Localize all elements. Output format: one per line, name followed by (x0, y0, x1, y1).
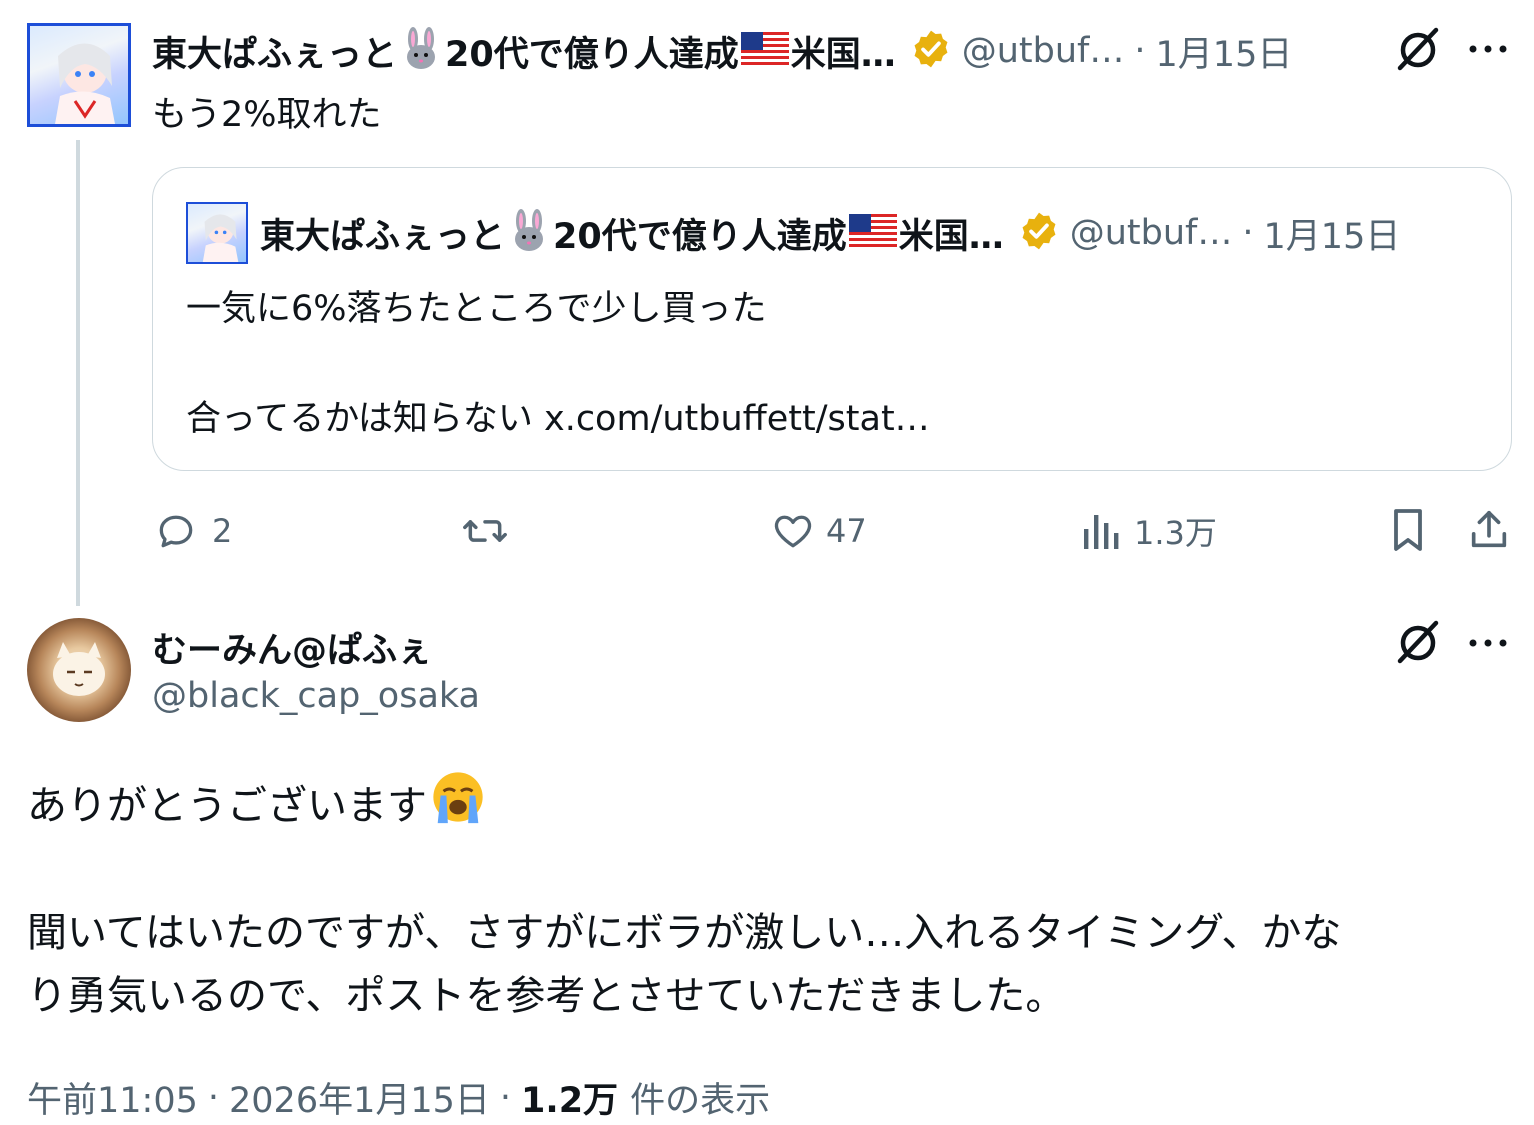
reply-button[interactable]: 2 (154, 508, 232, 554)
more-icon[interactable] (1464, 628, 1512, 658)
quote-author-name: 東大ぱふぇっと (260, 216, 506, 257)
author-name[interactable]: 東大ぱふぇっと (152, 26, 397, 77)
avatar[interactable] (27, 23, 131, 127)
quote-timestamp: 1月15日 (1263, 216, 1401, 257)
share-icon[interactable] (1466, 506, 1512, 554)
handle[interactable]: @utbuf… (962, 31, 1125, 71)
quote-author-name-suffix: 20代で億り人達成 (553, 216, 847, 257)
us-flag-icon (740, 32, 789, 70)
rabbit-emoji-icon (507, 209, 551, 257)
more-icon[interactable] (1464, 34, 1512, 64)
author-name-suffix-2[interactable]: 米国… (791, 26, 896, 77)
us-flag-icon (848, 214, 897, 252)
quote-text-line-1: 一気に6%落ちたところで少し買った (186, 289, 767, 329)
views-label: 件の表示 (630, 1081, 771, 1121)
reply-author-name[interactable]: むーみん@ぱふぇ (152, 622, 432, 673)
post-time[interactable]: 午前11:05 (27, 1072, 198, 1123)
grok-icon[interactable] (1392, 24, 1444, 76)
crying-face-icon (429, 768, 487, 836)
reply-count: 2 (212, 512, 233, 550)
retweet-button[interactable] (460, 508, 524, 554)
post-date[interactable]: 2026年1月15日 (229, 1072, 490, 1123)
verified-badge-icon (1018, 210, 1060, 256)
timestamp[interactable]: 1月15日 (1156, 26, 1293, 77)
reply-text-line-1: ありがとうございます (27, 768, 487, 836)
separator: · (499, 1077, 512, 1118)
reply-avatar[interactable] (27, 618, 131, 722)
quote-avatar (186, 202, 248, 264)
retweet-icon (460, 509, 510, 553)
thread-line (76, 140, 80, 606)
verified-badge-icon[interactable] (910, 28, 952, 74)
view-count: 1.3万 (1134, 514, 1217, 552)
grok-icon[interactable] (1392, 617, 1444, 669)
tweet-header: 東大ぱふぇっと 20代で億り人達成 米国… @utbuf… · 1月15日 (152, 26, 1292, 76)
like-count: 47 (826, 512, 867, 550)
views-button[interactable]: 1.3万 (1080, 508, 1217, 554)
reply-meta: 午前11:05 · 2026年1月15日 · 1.2万 件の表示 (27, 1072, 770, 1123)
analytics-icon (1080, 509, 1120, 553)
reply-icon (154, 509, 198, 553)
reply-text-1: ありがとうございます (27, 783, 427, 829)
reply-handle[interactable]: @black_cap_osaka (152, 676, 480, 716)
separator: · (1134, 31, 1146, 71)
quote-handle: @utbuf… (1069, 213, 1233, 253)
separator: · (1242, 213, 1254, 253)
bookmark-icon[interactable] (1386, 506, 1430, 554)
quote-text-line-2: 合ってるかは知らない x.com/utbuffett/stat… (186, 399, 930, 439)
author-name-suffix[interactable]: 20代で億り人達成 (445, 26, 739, 77)
reply-text-line-2: 聞いてはいたのですが、さすがにボラが激しい…入れるタイミング、かな (27, 910, 1342, 956)
separator: · (207, 1077, 220, 1118)
quote-header: 東大ぱふぇっと 20代で億り人達成 米国… @utbuf… · 1月15日 (260, 208, 1400, 258)
tweet-text: もう2%取れた (152, 95, 382, 135)
rabbit-emoji-icon (399, 27, 443, 75)
reply-text-line-3: り勇気いるので、ポストを参考とさせていただきました。 (27, 973, 1066, 1019)
like-button[interactable]: 47 (770, 508, 867, 554)
views-count: 1.2万 (521, 1081, 619, 1121)
quote-author-name-suffix-2: 米国… (898, 216, 1004, 257)
heart-icon (770, 509, 816, 553)
